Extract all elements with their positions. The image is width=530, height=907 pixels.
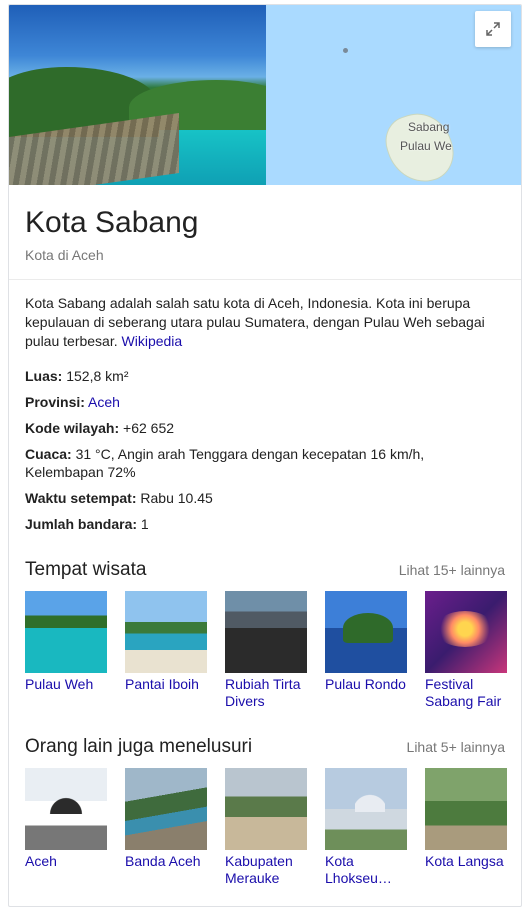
see-more-link[interactable]: Lihat 5+ lainnya — [407, 739, 505, 755]
section-header: Tempat wisata Lihat 15+ lainnya — [25, 559, 505, 581]
item-label: Kota Lhokseu… — [325, 853, 392, 886]
attractions-section: Tempat wisata Lihat 15+ lainnya Pulau We… — [9, 559, 521, 710]
thumbnail-image — [125, 591, 207, 673]
item-label: Kota Langsa — [425, 853, 504, 869]
see-more-link[interactable]: Lihat 15+ lainnya — [399, 562, 505, 578]
thumbnail-image — [25, 768, 107, 850]
carousel-item[interactable]: Pantai Iboih — [125, 591, 207, 710]
item-label: Aceh — [25, 853, 57, 869]
fact-province: Provinsi: Aceh — [25, 393, 505, 411]
fact-label: Kode wilayah: — [25, 420, 120, 436]
expand-icon — [486, 22, 500, 36]
fact-airports: Jumlah bandara: 1 — [25, 515, 505, 533]
fact-value: 31 °C, Angin arah Tenggara dengan kecepa… — [25, 446, 425, 480]
item-label: Banda Aceh — [125, 853, 201, 869]
thumbnail-image — [425, 591, 507, 673]
entity-subtitle: Kota di Aceh — [25, 247, 104, 263]
carousel-item[interactable]: Kota Langsa — [425, 768, 507, 887]
carousel-item[interactable]: Kota Lhokseu… — [325, 768, 407, 887]
hero-images: Sabang Pulau We — [9, 5, 521, 192]
fact-value: +62 652 — [119, 420, 175, 436]
fact-area-code: Kode wilayah: +62 652 — [25, 419, 505, 437]
fact-label: Provinsi: — [25, 394, 85, 410]
carousel-item[interactable]: Festival Sabang Fair — [425, 591, 507, 710]
expand-map-button[interactable] — [475, 11, 511, 47]
fact-area: Luas: 152,8 km² — [25, 367, 505, 385]
knowledge-panel: Sabang Pulau We Kota Sabang Kota di Aceh… — [8, 4, 522, 907]
carousel-item[interactable]: Pulau Rondo — [325, 591, 407, 710]
item-label: Pantai Iboih — [125, 676, 199, 692]
fact-label: Jumlah bandara: — [25, 516, 138, 532]
item-label: Festival Sabang Fair — [425, 676, 502, 709]
map-marker — [343, 48, 348, 53]
thumbnail-image — [225, 591, 307, 673]
thumbnail-image — [425, 768, 507, 850]
map-label-sabang: Sabang — [408, 120, 450, 134]
thumbnail-image — [325, 591, 407, 673]
related-carousel: Aceh Banda Aceh Kabupaten Merauke Kota L… — [25, 768, 507, 887]
carousel-item[interactable]: Banda Aceh — [125, 768, 207, 887]
thumbnail-image — [225, 768, 307, 850]
description: Kota Sabang adalah salah satu kota di Ac… — [9, 280, 521, 351]
item-label: Kabupaten Merauke — [225, 853, 293, 886]
section-title: Tempat wisata — [25, 559, 147, 580]
thumbnail-image — [325, 768, 407, 850]
province-link[interactable]: Aceh — [88, 394, 120, 410]
fact-value: Rabu 10.45 — [136, 490, 213, 506]
title-block: Kota Sabang Kota di Aceh — [9, 185, 521, 280]
carousel-item[interactable]: Pulau Weh — [25, 591, 107, 710]
thumbnail-image — [25, 591, 107, 673]
fact-value: 1 — [137, 516, 149, 532]
entity-title: Kota Sabang — [25, 206, 199, 239]
section-title: Orang lain juga menelusuri — [25, 736, 253, 757]
carousel-item[interactable]: Kabupaten Merauke — [225, 768, 307, 887]
fact-label: Luas: — [25, 368, 63, 384]
fact-label: Waktu setempat: — [25, 490, 137, 506]
thumbnail-image — [125, 768, 207, 850]
item-label: Pulau Rondo — [325, 676, 406, 692]
fact-label: Cuaca: — [25, 446, 72, 462]
related-section: Orang lain juga menelusuri Lihat 5+ lain… — [9, 736, 521, 887]
fact-weather: Cuaca: 31 °C, Angin arah Tenggara dengan… — [25, 445, 505, 481]
carousel-item[interactable]: Rubiah Tirta Divers — [225, 591, 307, 710]
fact-value: 152,8 km² — [62, 368, 129, 384]
hero-map[interactable]: Sabang Pulau We — [266, 5, 521, 192]
wikipedia-link[interactable]: Wikipedia — [122, 333, 183, 349]
section-header: Orang lain juga menelusuri Lihat 5+ lain… — [25, 736, 505, 758]
attractions-carousel: Pulau Weh Pantai Iboih Rubiah Tirta Dive… — [25, 591, 507, 710]
hero-photo[interactable] — [9, 5, 266, 185]
carousel-item[interactable]: Aceh — [25, 768, 107, 887]
facts-list: Luas: 152,8 km² Provinsi: Aceh Kode wila… — [9, 351, 521, 533]
item-label: Rubiah Tirta Divers — [225, 676, 301, 709]
fact-local-time: Waktu setempat: Rabu 10.45 — [25, 489, 505, 507]
description-text: Kota Sabang adalah salah satu kota di Ac… — [25, 295, 485, 349]
map-label-pulau-we: Pulau We — [400, 139, 452, 153]
item-label: Pulau Weh — [25, 676, 94, 692]
